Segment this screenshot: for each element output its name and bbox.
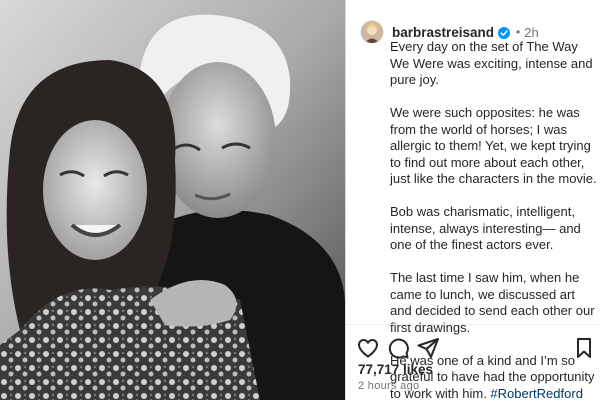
- caption-paragraph: The last time I saw him, when he came to…: [390, 270, 598, 336]
- caption-paragraph: Bob was charismatic, intelligent, intens…: [390, 204, 598, 254]
- username-link[interactable]: barbrastreisand: [392, 25, 494, 40]
- save-button[interactable]: [572, 336, 596, 360]
- verified-badge-icon: [498, 26, 510, 38]
- like-button[interactable]: [356, 336, 380, 360]
- paper-plane-icon: [416, 336, 440, 360]
- post-timestamp[interactable]: 2h: [524, 25, 538, 40]
- caption-paragraph: Every day on the set of The Way We Were …: [390, 39, 598, 89]
- bookmark-icon: [572, 336, 596, 360]
- comment-bubble-icon: [386, 336, 410, 360]
- photo-illustration: [0, 0, 345, 400]
- heart-icon: [356, 336, 380, 360]
- post-photo[interactable]: [0, 0, 345, 400]
- likes-count[interactable]: 77,717 likes: [358, 362, 433, 377]
- caption-paragraph: We were such opposites: he was from the …: [390, 105, 598, 188]
- section-divider: [346, 324, 600, 325]
- post-time-ago[interactable]: 2 hours ago: [358, 380, 419, 392]
- avatar[interactable]: [360, 20, 384, 44]
- share-button[interactable]: [416, 336, 440, 360]
- dot-separator: •: [516, 25, 520, 39]
- action-bar: [356, 336, 592, 360]
- comment-button[interactable]: [386, 336, 410, 360]
- post-detail-pane: barbrastreisand • 2h Every day on the se…: [346, 0, 600, 400]
- hashtag-link[interactable]: #RobertRedford: [490, 386, 583, 401]
